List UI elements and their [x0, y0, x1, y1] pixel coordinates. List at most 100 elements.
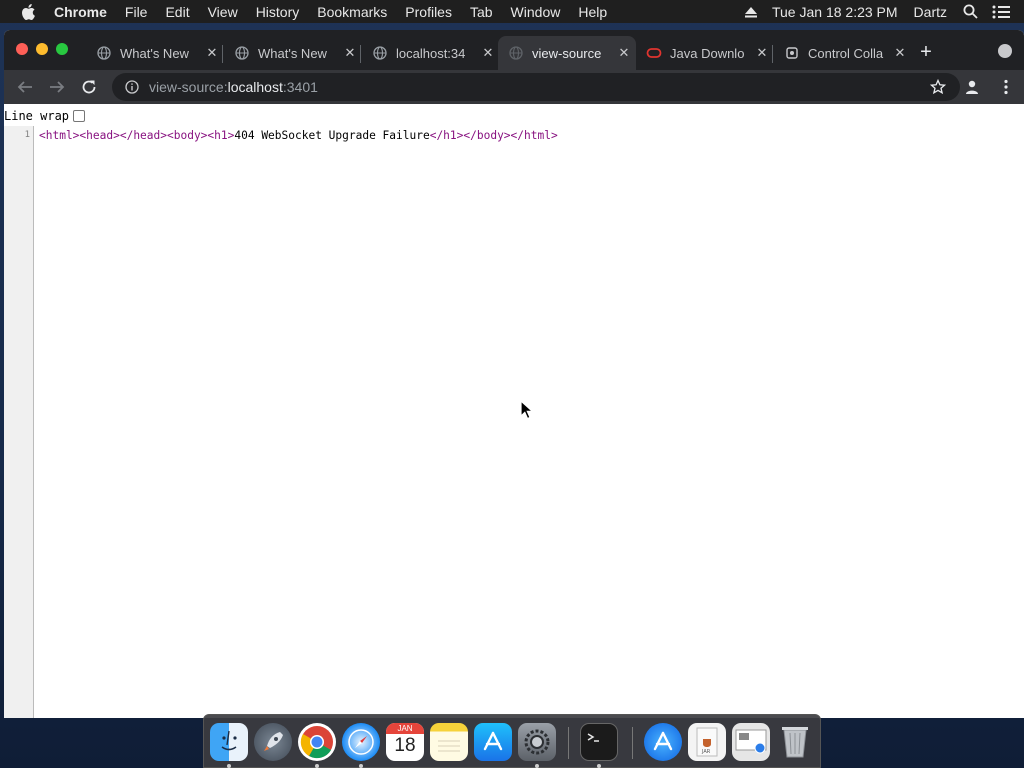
forward-icon[interactable]: [47, 77, 67, 97]
menu-profiles[interactable]: Profiles: [405, 4, 452, 20]
tag-body-close: </body>: [463, 129, 511, 142]
globe-icon: [508, 45, 524, 61]
url-port: :3401: [282, 79, 318, 95]
dock-divider: [568, 727, 569, 759]
line-wrap-label: Line wrap: [4, 109, 70, 123]
menu-window[interactable]: Window: [511, 4, 561, 20]
calendar-day: 18: [394, 735, 416, 756]
zoom-window-button[interactable]: [56, 43, 68, 55]
close-tab-icon[interactable]: ✕: [892, 45, 908, 61]
close-tab-icon[interactable]: ✕: [480, 45, 496, 61]
notes-icon[interactable]: [430, 723, 468, 761]
profile-avatar-icon[interactable]: [962, 77, 982, 97]
address-url[interactable]: view-source:localhost:3401: [149, 79, 318, 95]
tab-java-download[interactable]: Java Downlo ✕: [636, 36, 774, 70]
menu-help[interactable]: Help: [578, 4, 607, 20]
menu-bookmarks[interactable]: Bookmarks: [317, 4, 387, 20]
running-indicator: [597, 764, 601, 768]
tab-title: What's New: [258, 45, 327, 61]
tab-localhost[interactable]: localhost:34 ✕: [362, 36, 500, 70]
apple-menu-icon[interactable]: [20, 3, 38, 21]
terminal-icon[interactable]: [580, 723, 618, 761]
running-indicator: [227, 764, 231, 768]
address-bar[interactable]: view-source:localhost:3401: [112, 73, 960, 101]
close-tab-icon[interactable]: ✕: [342, 45, 358, 61]
menu-edit[interactable]: Edit: [165, 4, 189, 20]
running-indicator: [359, 764, 363, 768]
tab-search-icon[interactable]: [998, 44, 1012, 58]
close-window-button[interactable]: [16, 43, 28, 55]
bookmark-star-icon[interactable]: [930, 79, 946, 95]
svg-text:JAR: JAR: [701, 749, 711, 755]
chrome-icon[interactable]: [298, 723, 336, 761]
tag-html-open: <html>: [39, 129, 80, 142]
menu-file[interactable]: File: [125, 4, 148, 20]
tag-h1-close: </h1>: [429, 129, 464, 142]
tab-divider: [222, 45, 223, 63]
tag-head-open: <head>: [79, 129, 120, 142]
menu-bar: Chrome File Edit View History Bookmarks …: [0, 0, 1024, 23]
reload-icon[interactable]: [79, 77, 99, 97]
new-tab-button[interactable]: +: [916, 41, 936, 63]
line-wrap-control: Line wrap: [4, 108, 86, 124]
oracle-icon: [646, 45, 662, 61]
dock: JAN 18 JAR: [203, 714, 821, 768]
calendar-icon[interactable]: JAN 18: [386, 723, 424, 761]
tab-control-collaboration[interactable]: Control Colla ✕: [774, 36, 912, 70]
tag-html-close: </html>: [510, 129, 558, 142]
calendar-month: JAN: [386, 723, 424, 734]
back-icon[interactable]: [15, 77, 35, 97]
globe-icon: [372, 45, 388, 61]
close-tab-icon[interactable]: ✕: [616, 45, 632, 61]
tab-title: What's New: [120, 45, 189, 61]
mouse-pointer-icon: [520, 400, 534, 420]
running-indicator: [315, 764, 319, 768]
java-jar-icon[interactable]: JAR: [688, 723, 726, 761]
close-tab-icon[interactable]: ✕: [754, 45, 770, 61]
menu-history[interactable]: History: [256, 4, 300, 20]
menu-view[interactable]: View: [208, 4, 238, 20]
tab-whats-new-1[interactable]: What's New ✕: [86, 36, 224, 70]
view-source-page: Line wrap 1 <html><head></head><body><h1…: [4, 104, 1024, 718]
globe-icon: [234, 45, 250, 61]
tab-title: Java Downlo: [670, 45, 745, 61]
menu-bar-user[interactable]: Dartz: [914, 4, 947, 20]
app-store-icon[interactable]: [474, 723, 512, 761]
tab-whats-new-2[interactable]: What's New ✕: [224, 36, 362, 70]
finder-icon[interactable]: [210, 723, 248, 761]
line-number-gutter: [4, 126, 34, 718]
line-number: 1: [24, 130, 30, 140]
menu-bar-clock[interactable]: Tue Jan 18 2:23 PM: [772, 4, 898, 20]
browser-window: What's New ✕ What's New ✕ localhost:34 ✕: [4, 30, 1024, 718]
menu-tab[interactable]: Tab: [470, 4, 493, 20]
source-text: 404 WebSocket Upgrade Failure: [234, 129, 430, 142]
trash-icon[interactable]: [776, 723, 814, 761]
spotlight-search-icon[interactable]: [963, 4, 978, 19]
tab-divider: [772, 45, 773, 63]
launchpad-icon[interactable]: [254, 723, 292, 761]
app-store-download-icon[interactable]: [644, 723, 682, 761]
chrome-menu-icon[interactable]: [996, 77, 1016, 97]
tab-title: Control Colla: [808, 45, 884, 61]
tab-view-source[interactable]: view-source ✕: [498, 36, 636, 70]
line-wrap-checkbox[interactable]: [73, 110, 86, 122]
control-icon: [784, 45, 800, 61]
notification-center-icon[interactable]: [992, 5, 1010, 19]
tag-body-open: <body>: [167, 129, 208, 142]
tab-strip: What's New ✕ What's New ✕ localhost:34 ✕: [4, 30, 1024, 70]
tab-title: view-source: [532, 45, 602, 61]
globe-icon: [96, 45, 112, 61]
browser-toolbar: view-source:localhost:3401: [4, 70, 1024, 104]
tab-divider: [360, 45, 361, 63]
site-info-icon[interactable]: [124, 79, 140, 95]
system-preferences-icon[interactable]: [518, 723, 556, 761]
dock-divider: [632, 727, 633, 759]
url-host: localhost: [227, 79, 283, 95]
menu-bar-status-area: Tue Jan 18 2:23 PM Dartz: [744, 0, 1024, 23]
preview-icon[interactable]: [732, 723, 770, 761]
eject-icon[interactable]: [744, 6, 758, 18]
close-tab-icon[interactable]: ✕: [204, 45, 220, 61]
menu-app-name[interactable]: Chrome: [54, 4, 107, 20]
safari-icon[interactable]: [342, 723, 380, 761]
minimize-window-button[interactable]: [36, 43, 48, 55]
